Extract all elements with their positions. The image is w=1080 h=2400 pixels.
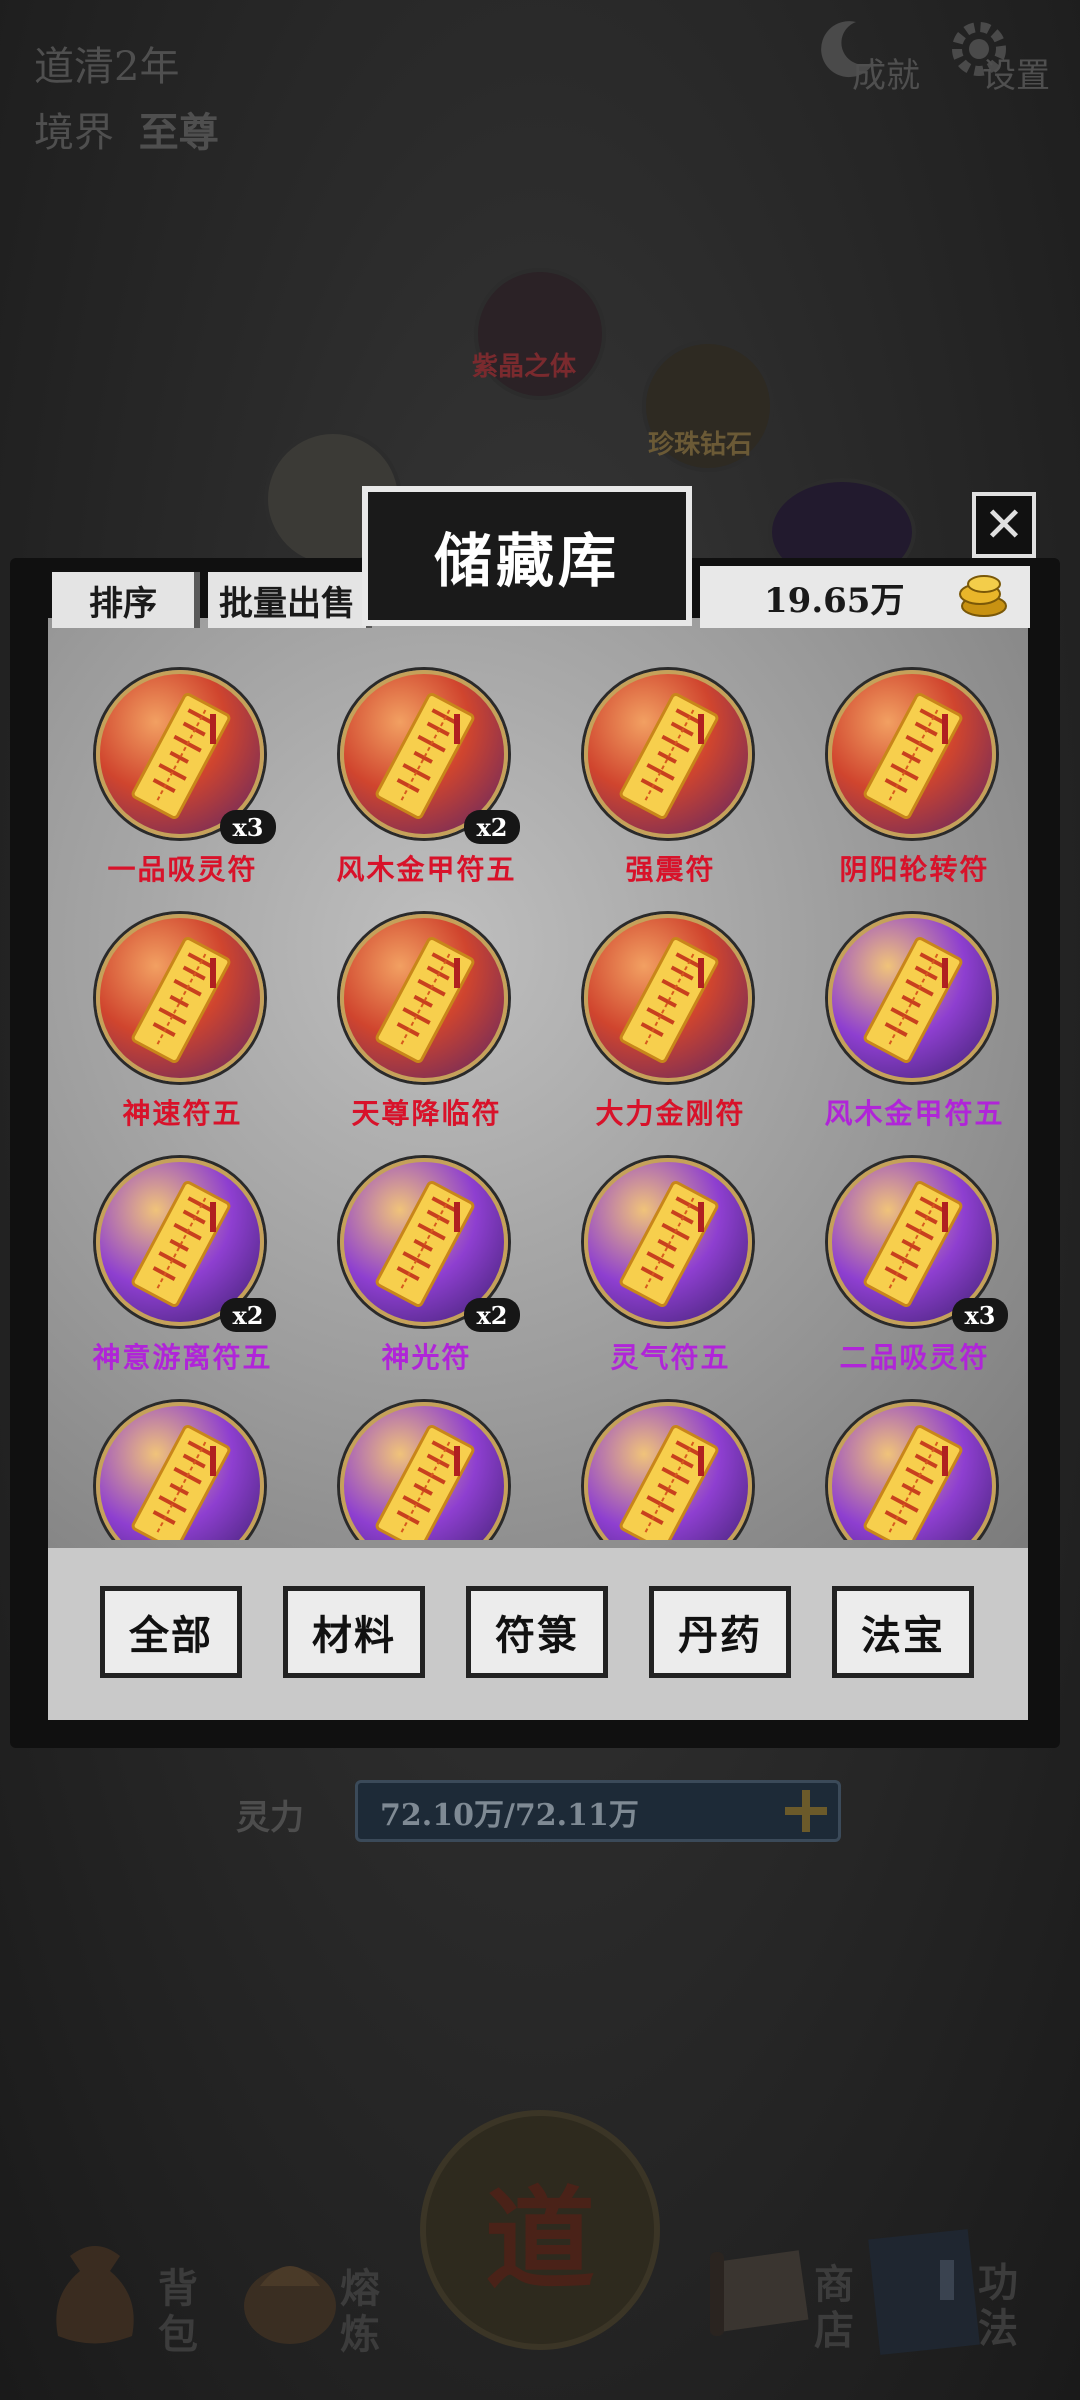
nav-shop-label: 商店: [814, 2261, 854, 2354]
item-slot[interactable]: [60, 1372, 305, 1540]
talisman-icon: [131, 692, 231, 820]
talisman-icon: [619, 692, 719, 820]
nav-shop[interactable]: 商店: [700, 2226, 860, 2376]
talisman-icon: [131, 1180, 231, 1308]
talisman-icon: [375, 936, 475, 1064]
item-name: 天尊降临符: [351, 1097, 502, 1130]
talisman-icon: [375, 1424, 475, 1540]
scroll-icon: [710, 2250, 809, 2336]
item-name: 一品吸灵符: [107, 853, 258, 886]
item-count-badge: x2: [464, 810, 520, 844]
achievements-label: 成就: [852, 56, 920, 96]
item-count-badge: x2: [464, 1298, 520, 1332]
item-slot[interactable]: x2 神意游离符五: [60, 1128, 305, 1374]
nav-skills[interactable]: 功法: [860, 2220, 1040, 2380]
item-name: 阴阳轮转符: [839, 853, 990, 886]
tab-materials[interactable]: 材料: [283, 1586, 425, 1678]
item-count-badge: x2: [220, 1298, 276, 1332]
item-name: 神意游离符五: [92, 1341, 273, 1374]
item-slot[interactable]: x3 一品吸灵符: [60, 640, 305, 886]
item-slot[interactable]: 大力金刚符: [548, 884, 793, 1130]
nav-bag-label: 背包: [158, 2265, 198, 2358]
item-name: 神光符: [381, 1341, 472, 1374]
close-icon: ✕: [983, 497, 1025, 553]
spirit-label: 灵力: [236, 1798, 304, 1838]
item-slot[interactable]: 神速符五: [60, 884, 305, 1130]
item-slot[interactable]: 天尊降临符: [304, 884, 549, 1130]
item-count-badge: x3: [952, 1298, 1008, 1332]
item-slot[interactable]: 强震符: [548, 640, 793, 886]
item-name: 大力金刚符: [595, 1097, 746, 1130]
coin-amount: 19.65万: [764, 580, 905, 621]
nav-bag[interactable]: 背包: [40, 2226, 198, 2376]
cultivate-glyph: 道: [485, 2175, 595, 2304]
item-slot[interactable]: [548, 1372, 793, 1540]
book-icon: [868, 2229, 980, 2355]
storage-title: 储藏库: [362, 486, 692, 626]
orb-label-crystal: 紫晶之体: [472, 352, 577, 382]
currency-display: 19.65万: [700, 566, 1030, 628]
item-name: 风木金甲符五: [824, 1097, 1005, 1130]
talisman-icon: [863, 936, 963, 1064]
talisman-icon: [131, 1424, 231, 1540]
settings-label: 设置: [982, 56, 1050, 96]
item-slot[interactable]: x2 神光符: [304, 1128, 549, 1374]
item-slot[interactable]: 灵气符五: [548, 1128, 793, 1374]
furnace-icon: [244, 2266, 336, 2344]
nav-furnace[interactable]: 熔炼: [230, 2226, 390, 2376]
realm-value: 至尊: [138, 109, 219, 156]
item-count-badge: x3: [220, 810, 276, 844]
item-slot[interactable]: 阴阳轮转符: [792, 640, 1020, 886]
realm-row: 境界 至尊: [34, 100, 219, 158]
item-name: 强震符: [625, 853, 716, 886]
item-slot[interactable]: [792, 1372, 1020, 1540]
bag-icon: [56, 2246, 134, 2344]
close-button[interactable]: ✕: [972, 492, 1036, 558]
talisman-icon: [863, 692, 963, 820]
talisman-icon: [131, 936, 231, 1064]
item-slot[interactable]: 风木金甲符五: [792, 884, 1020, 1130]
tab-all[interactable]: 全部: [100, 1586, 242, 1678]
item-slot[interactable]: x2 风木金甲符五: [304, 640, 549, 886]
orb-label-pearl: 珍珠钻石: [648, 430, 753, 460]
tab-talismans[interactable]: 符箓: [466, 1586, 608, 1678]
sort-button[interactable]: 排序: [52, 572, 200, 628]
item-name: 风木金甲符五: [336, 853, 517, 886]
talisman-icon: [863, 1180, 963, 1308]
item-name: 灵气符五: [610, 1341, 731, 1374]
talisman-icon: [619, 936, 719, 1064]
item-slot[interactable]: [304, 1372, 549, 1540]
item-grid: x3 一品吸灵符 x2 风木金甲符五 强震符 阴阳轮转符神速符五 天尊降临符 大力金刚符 风木金…: [60, 640, 1020, 1540]
plus-icon[interactable]: [780, 1786, 832, 1836]
item-slot[interactable]: x3 二品吸灵符: [792, 1128, 1020, 1374]
tab-pills[interactable]: 丹药: [649, 1586, 791, 1678]
era-label: 道清2年: [34, 44, 180, 90]
talisman-icon: [375, 692, 475, 820]
batch-sell-button[interactable]: 批量出售: [208, 572, 372, 628]
gold-coins-icon: [959, 575, 1007, 617]
achievements-button[interactable]: 成就: [812, 14, 932, 96]
nav-skills-label: 功法: [978, 2259, 1018, 2352]
talisman-icon: [619, 1424, 719, 1540]
spirit-value: 72.10万/72.11万: [380, 1798, 639, 1833]
cultivate-button[interactable]: 道: [420, 2110, 660, 2350]
talisman-icon: [375, 1180, 475, 1308]
realm-label: 境界: [34, 110, 114, 156]
settings-button[interactable]: 设置: [944, 14, 1064, 96]
talisman-icon: [619, 1180, 719, 1308]
item-name: 神速符五: [122, 1097, 243, 1130]
talisman-icon: [863, 1424, 963, 1540]
tab-treasures[interactable]: 法宝: [832, 1586, 974, 1678]
item-name: 二品吸灵符: [839, 1341, 990, 1374]
nav-furnace-label: 熔炼: [340, 2265, 380, 2358]
